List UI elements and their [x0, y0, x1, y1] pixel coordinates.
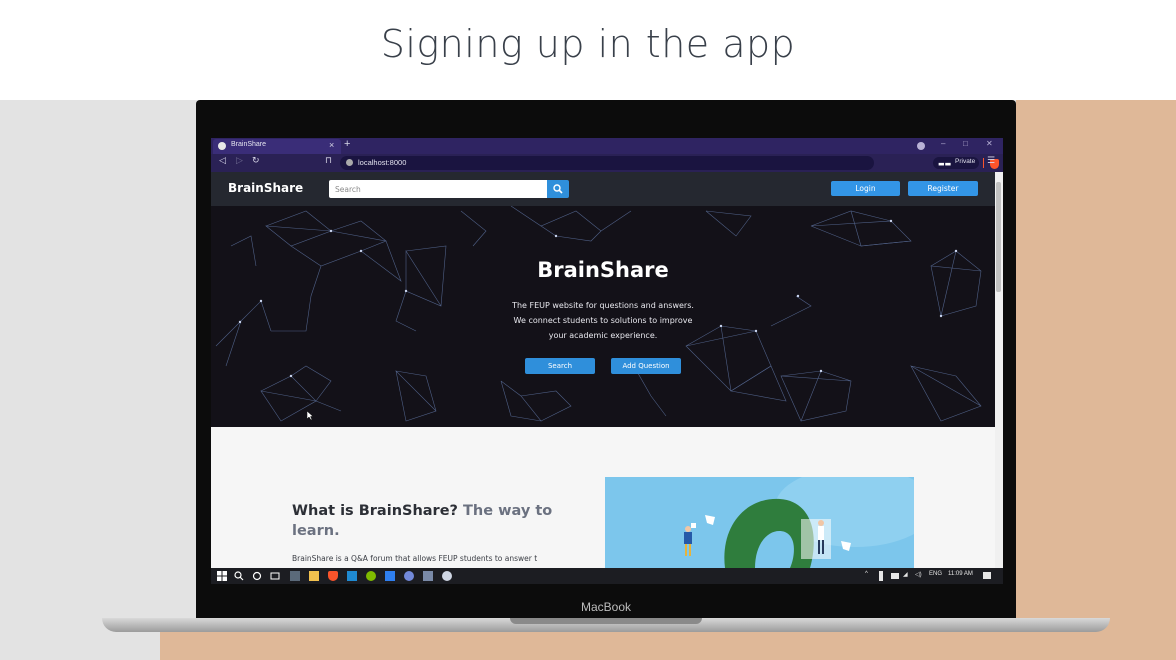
url-divider — [983, 158, 984, 168]
laptop-screen: BrainShare × + – □ ✕ ◁ ▷ ↻ ⊓ localhost:8… — [211, 138, 1003, 584]
reload-icon[interactable]: ↻ — [252, 156, 260, 166]
search-icon[interactable] — [234, 571, 244, 581]
window-close-icon[interactable]: ✕ — [986, 139, 993, 148]
scrollbar-thumb[interactable] — [996, 182, 1001, 292]
language-indicator[interactable]: ENG — [929, 571, 942, 577]
search-input[interactable] — [329, 180, 547, 198]
browser-address-bar: ◁ ▷ ↻ ⊓ localhost:8000 ▬▬ Private ☰ — [211, 154, 1003, 172]
tray-chevron-icon[interactable]: ^ — [865, 571, 868, 577]
volume-icon[interactable]: ◁) — [915, 571, 922, 578]
about-heading-main: What is BrainShare? — [292, 503, 458, 519]
wifi-icon[interactable]: ◢ — [903, 571, 908, 578]
task-view-icon[interactable] — [270, 571, 280, 581]
slide-header: Signing up in the app — [0, 0, 1176, 100]
taskbar-clock[interactable]: 11:09 AM — [948, 571, 973, 577]
search-button[interactable] — [547, 180, 569, 198]
site-navbar: BrainShare Login Register — [211, 172, 995, 206]
about-paragraph: BrainShare is a Q&A forum that allows FE… — [292, 554, 538, 563]
add-question-button[interactable]: Add Question — [611, 358, 681, 374]
login-button[interactable]: Login — [831, 181, 900, 196]
app-icon-clock[interactable] — [442, 571, 452, 581]
windows-start-icon[interactable] — [217, 571, 227, 581]
brave-browser-icon[interactable] — [328, 571, 338, 581]
todo-app-icon[interactable] — [385, 571, 395, 581]
site-brand[interactable]: BrainShare — [228, 181, 303, 195]
students-illustration-graphic — [684, 477, 914, 568]
private-label: Private — [955, 158, 976, 165]
slide-title: Signing up in the app — [380, 22, 796, 66]
cortana-icon[interactable] — [252, 571, 262, 581]
minimize-icon[interactable]: – — [941, 139, 945, 148]
vscode-icon[interactable] — [347, 571, 357, 581]
url-field[interactable]: localhost:8000 — [340, 156, 999, 170]
terminal-app-icon[interactable] — [290, 571, 300, 581]
hero-section: BrainShare The FEUP website for question… — [211, 206, 995, 427]
mouse-cursor-icon — [307, 411, 314, 420]
app-icon-window[interactable] — [423, 571, 433, 581]
url-text: localhost:8000 — [358, 158, 407, 167]
app-icon-green[interactable] — [366, 571, 376, 581]
tab-title: BrainShare — [231, 141, 267, 148]
slide-background-floor — [160, 630, 1176, 660]
private-glasses-icon: ▬▬ — [938, 160, 952, 168]
browser-tab-bar: BrainShare × + – □ ✕ — [211, 138, 1003, 154]
about-heading: What is BrainShare? The way to learn. — [292, 501, 572, 541]
site-favicon-icon — [218, 142, 226, 150]
hero-subtitle-line: your academic experience. — [548, 331, 658, 340]
browser-tab[interactable]: BrainShare × — [213, 139, 341, 154]
about-section: What is BrainShare? The way to learn. Br… — [211, 427, 995, 568]
back-icon[interactable]: ◁ — [219, 156, 226, 166]
browser-menu-icon[interactable]: ☰ — [987, 156, 995, 166]
search-icon — [553, 184, 563, 194]
hero-title: BrainShare — [537, 258, 669, 282]
tab-close-icon[interactable]: × — [329, 140, 334, 150]
file-explorer-icon[interactable] — [309, 571, 319, 581]
register-button[interactable]: Register — [908, 181, 978, 196]
battery-icon[interactable] — [891, 573, 899, 579]
page-scrollbar[interactable] — [995, 172, 1003, 568]
discord-icon[interactable] — [404, 571, 414, 581]
about-illustration — [605, 477, 914, 568]
forward-icon[interactable]: ▷ — [236, 156, 243, 166]
hero-subtitle-line: We connect students to solutions to impr… — [513, 316, 693, 325]
new-tab-button[interactable]: + — [344, 138, 350, 150]
hero-search-button[interactable]: Search — [525, 358, 595, 374]
bookmark-icon[interactable]: ⊓ — [325, 156, 332, 166]
laptop-notch — [510, 618, 702, 624]
hero-subtitle-line: The FEUP website for questions and answe… — [512, 301, 694, 310]
microphone-icon[interactable] — [879, 571, 883, 581]
brave-rewards-icon[interactable] — [917, 142, 925, 150]
windows-taskbar: ^ ◢ ◁) ENG 11:09 AM — [211, 568, 1003, 584]
private-indicator: ▬▬ Private — [933, 157, 979, 169]
macbook-label: MacBook — [580, 600, 632, 614]
maximize-icon[interactable]: □ — [963, 139, 968, 148]
site-info-icon[interactable] — [346, 159, 353, 166]
slide-background-accent — [1016, 100, 1176, 660]
notifications-icon[interactable] — [983, 572, 991, 579]
hero-subtitle: The FEUP website for questions and answe… — [473, 298, 733, 343]
